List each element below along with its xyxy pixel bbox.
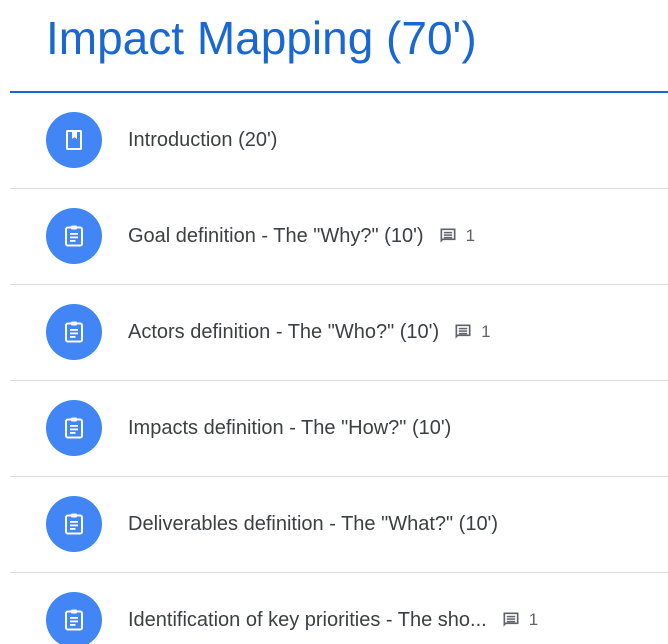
item-title: Goal definition - The "Why?" (10') <box>128 224 424 247</box>
item-title: Deliverables definition - The "What?" (1… <box>128 512 499 535</box>
classwork-item-goal-definition[interactable]: Goal definition - The "Why?" (10') 1 <box>10 189 668 285</box>
item-title: Actors definition - The "Who?" (10') <box>128 320 440 343</box>
classwork-item-introduction[interactable]: Introduction (20') <box>10 93 668 189</box>
classwork-page: Impact Mapping (70') Introduction (20') <box>0 0 668 644</box>
comment-count: 1 <box>501 610 538 630</box>
item-title: Introduction (20') <box>128 128 278 151</box>
comment-count: 1 <box>453 322 491 342</box>
assignment-icon <box>46 400 102 456</box>
comment-count-value: 1 <box>528 610 539 629</box>
comment-icon <box>455 324 471 339</box>
classwork-item-impacts-definition[interactable]: Impacts definition - The "How?" (10') <box>10 381 668 477</box>
comment-count-value: 1 <box>481 322 491 341</box>
classwork-item-key-priorities[interactable]: Identification of key priorities - The s… <box>10 573 668 644</box>
comment-count: 1 <box>438 226 475 246</box>
assignment-icon <box>46 304 102 360</box>
assignment-icon <box>46 592 102 644</box>
classwork-list: Introduction (20') Goal definition - The… <box>10 93 668 644</box>
assignment-icon <box>46 496 102 552</box>
topic-title: Impact Mapping (70') <box>46 12 477 64</box>
classwork-item-actors-definition[interactable]: Actors definition - The "Who?" (10') 1 <box>10 285 668 381</box>
item-title: Identification of key priorities - The s… <box>128 608 487 631</box>
classwork-item-deliverables-definition[interactable]: Deliverables definition - The "What?" (1… <box>10 477 668 573</box>
comment-count-value: 1 <box>465 226 476 245</box>
item-title: Impacts definition - The "How?" (10') <box>128 416 452 439</box>
comment-icon <box>503 612 519 627</box>
comment-icon <box>440 228 456 243</box>
book-icon <box>46 112 102 168</box>
assignment-icon <box>46 208 102 264</box>
